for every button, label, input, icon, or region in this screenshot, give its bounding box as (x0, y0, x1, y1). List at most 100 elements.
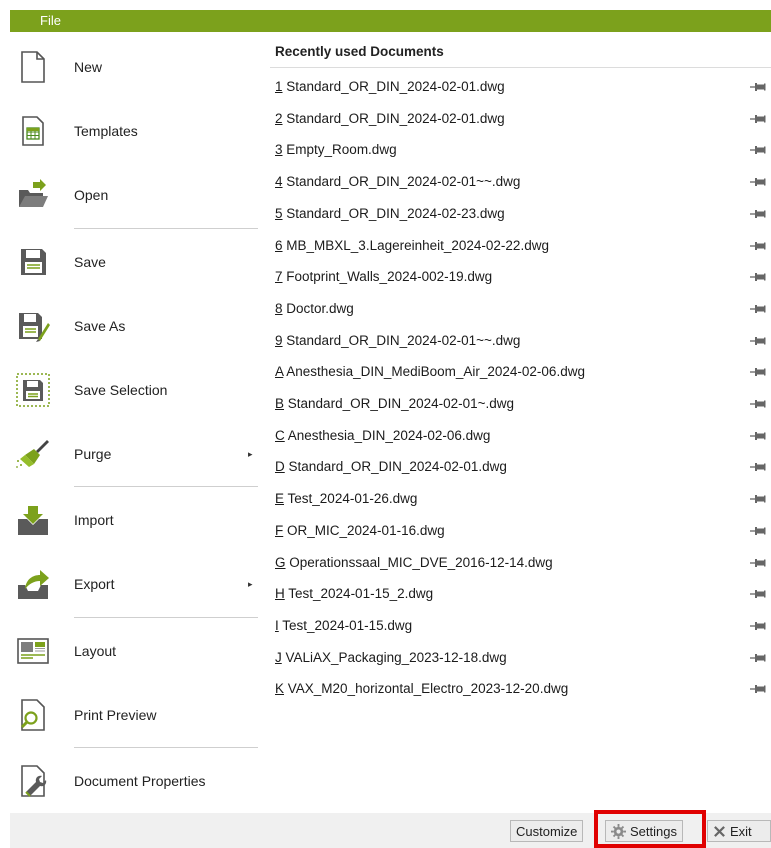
recent-document-link[interactable]: 2 Standard_OR_DIN_2024-02-01.dwg (275, 111, 505, 126)
recent-document-row[interactable]: G Operationssaal_MIC_DVE_2016-12-14.dwg (270, 549, 771, 577)
pin-icon[interactable] (750, 431, 766, 441)
document-shortcut-key: F (275, 522, 284, 538)
menu-item-export[interactable]: Export ▸ (10, 552, 260, 616)
menu-label: Layout (74, 643, 117, 659)
recent-document-row[interactable]: B Standard_OR_DIN_2024-02-01~.dwg (270, 390, 771, 418)
document-file-name: Standard_OR_DIN_2024-02-01~~.dwg (286, 332, 521, 348)
menu-label: Import (74, 512, 114, 528)
menu-item-save-as[interactable]: Save As (10, 294, 260, 358)
pin-icon[interactable] (750, 653, 766, 663)
document-file-name: Test_2024-01-15_2.dwg (288, 586, 434, 602)
pin-icon[interactable] (750, 336, 766, 346)
recent-document-link[interactable]: 3 Empty_Room.dwg (275, 142, 397, 157)
menu-separator (74, 617, 258, 618)
pin-icon[interactable] (750, 621, 766, 631)
pin-icon[interactable] (750, 589, 766, 599)
save-selection-icon (16, 373, 50, 407)
document-shortcut-key: C (275, 427, 285, 443)
recent-document-link[interactable]: F OR_MIC_2024-01-16.dwg (275, 523, 445, 538)
customize-button[interactable]: Customize (510, 820, 584, 842)
pin-icon[interactable] (750, 145, 766, 155)
recent-document-link[interactable]: 1 Standard_OR_DIN_2024-02-01.dwg (275, 79, 505, 94)
menu-label: Save As (74, 318, 126, 334)
recent-document-link[interactable]: 6 MB_MBXL_3.Lagereinheit_2024-02-22.dwg (275, 238, 549, 253)
recent-document-row[interactable]: F OR_MIC_2024-01-16.dwg (270, 517, 771, 545)
pin-icon[interactable] (750, 272, 766, 282)
recent-document-row[interactable]: A Anesthesia_DIN_MediBoom_Air_2024-02-06… (270, 358, 771, 386)
document-file-name: VAX_M20_horizontal_Electro_2023-12-20.dw… (287, 681, 569, 697)
recent-document-link[interactable]: 8 Doctor.dwg (275, 301, 354, 316)
recent-document-link[interactable]: E Test_2024-01-26.dwg (275, 491, 417, 506)
recent-document-row[interactable]: K VAX_M20_horizontal_Electro_2023-12-20.… (270, 675, 771, 703)
recent-document-row[interactable]: I Test_2024-01-15.dwg (270, 612, 771, 640)
menu-item-open[interactable]: Open (10, 163, 260, 227)
document-file-name: Test_2024-01-15.dwg (282, 617, 413, 633)
recent-document-link[interactable]: 9 Standard_OR_DIN_2024-02-01~~.dwg (275, 333, 520, 348)
recent-document-row[interactable]: 1 Standard_OR_DIN_2024-02-01.dwg (270, 73, 771, 101)
pin-icon[interactable] (750, 526, 766, 536)
recent-document-row[interactable]: 6 MB_MBXL_3.Lagereinheit_2024-02-22.dwg (270, 232, 771, 260)
recent-document-row[interactable]: C Anesthesia_DIN_2024-02-06.dwg (270, 422, 771, 450)
pin-icon[interactable] (750, 558, 766, 568)
menu-label: Print Preview (74, 707, 157, 723)
recent-document-row[interactable]: H Test_2024-01-15_2.dwg (270, 580, 771, 608)
pin-icon[interactable] (750, 82, 766, 92)
recent-document-row[interactable]: 2 Standard_OR_DIN_2024-02-01.dwg (270, 105, 771, 133)
recent-document-link[interactable]: A Anesthesia_DIN_MediBoom_Air_2024-02-06… (275, 364, 585, 379)
document-file-name: Doctor.dwg (286, 300, 354, 316)
pin-icon[interactable] (750, 209, 766, 219)
menu-item-purge[interactable]: Purge ▸ (10, 422, 260, 486)
recent-document-row[interactable]: 4 Standard_OR_DIN_2024-02-01~~.dwg (270, 168, 771, 196)
recent-document-link[interactable]: I Test_2024-01-15.dwg (275, 618, 412, 633)
recent-document-link[interactable]: K VAX_M20_horizontal_Electro_2023-12-20.… (275, 681, 568, 696)
recent-title-divider (270, 67, 771, 68)
recent-document-row[interactable]: 9 Standard_OR_DIN_2024-02-01~~.dwg (270, 327, 771, 355)
recent-document-row[interactable]: 8 Doctor.dwg (270, 295, 771, 323)
recent-document-link[interactable]: G Operationssaal_MIC_DVE_2016-12-14.dwg (275, 555, 553, 570)
file-tab[interactable]: File (40, 13, 61, 28)
menu-label: Document Properties (74, 773, 206, 789)
menu-item-new[interactable]: New (10, 35, 260, 99)
menu-item-save-selection[interactable]: Save Selection (10, 358, 260, 422)
pin-icon[interactable] (750, 304, 766, 314)
pin-icon[interactable] (750, 462, 766, 472)
pin-icon[interactable] (750, 241, 766, 251)
exit-button[interactable]: Exit (707, 820, 771, 842)
document-file-name: Standard_OR_DIN_2024-02-01.dwg (288, 459, 507, 475)
document-shortcut-key: G (275, 554, 286, 570)
pin-icon[interactable] (750, 684, 766, 694)
pin-icon[interactable] (750, 494, 766, 504)
pin-icon[interactable] (750, 399, 766, 409)
recent-document-row[interactable]: J VALiAX_Packaging_2023-12-18.dwg (270, 644, 771, 672)
menu-separator (74, 228, 258, 229)
menu-item-save[interactable]: Save (10, 230, 260, 294)
pin-icon[interactable] (750, 367, 766, 377)
pin-icon[interactable] (750, 177, 766, 187)
recent-document-row[interactable]: 3 Empty_Room.dwg (270, 136, 771, 164)
recent-document-link[interactable]: J VALiAX_Packaging_2023-12-18.dwg (275, 650, 507, 665)
recent-document-row[interactable]: D Standard_OR_DIN_2024-02-01.dwg (270, 453, 771, 481)
recent-document-link[interactable]: D Standard_OR_DIN_2024-02-01.dwg (275, 459, 507, 474)
menu-item-layout[interactable]: Layout (10, 619, 260, 683)
recent-document-link[interactable]: 5 Standard_OR_DIN_2024-02-23.dwg (275, 206, 505, 221)
menu-item-templates[interactable]: Templates (10, 99, 260, 163)
menu-item-import[interactable]: Import (10, 488, 260, 552)
recent-document-link[interactable]: B Standard_OR_DIN_2024-02-01~.dwg (275, 396, 514, 411)
recent-documents-panel: Recently used Documents 1 Standard_OR_DI… (270, 35, 771, 705)
document-shortcut-key: B (275, 396, 285, 411)
recent-document-row[interactable]: E Test_2024-01-26.dwg (270, 485, 771, 513)
menu-item-document-properties[interactable]: Document Properties (10, 749, 260, 813)
document-file-name: Standard_OR_DIN_2024-02-01.dwg (286, 79, 505, 94)
exit-label: Exit (730, 823, 752, 839)
recent-document-link[interactable]: 4 Standard_OR_DIN_2024-02-01~~.dwg (275, 174, 520, 189)
recent-document-row[interactable]: 5 Standard_OR_DIN_2024-02-23.dwg (270, 200, 771, 228)
recent-document-link[interactable]: C Anesthesia_DIN_2024-02-06.dwg (275, 428, 490, 443)
recent-document-row[interactable]: 7 Footprint_Walls_2024-002-19.dwg (270, 263, 771, 291)
document-file-name: OR_MIC_2024-01-16.dwg (287, 522, 445, 538)
recent-document-link[interactable]: H Test_2024-01-15_2.dwg (275, 586, 433, 601)
recent-document-link[interactable]: 7 Footprint_Walls_2024-002-19.dwg (275, 269, 492, 284)
document-shortcut-key: 2 (275, 110, 283, 126)
document-file-name: Standard_OR_DIN_2024-02-23.dwg (286, 205, 505, 221)
menu-item-print-preview[interactable]: Print Preview (10, 683, 260, 747)
pin-icon[interactable] (750, 114, 766, 124)
